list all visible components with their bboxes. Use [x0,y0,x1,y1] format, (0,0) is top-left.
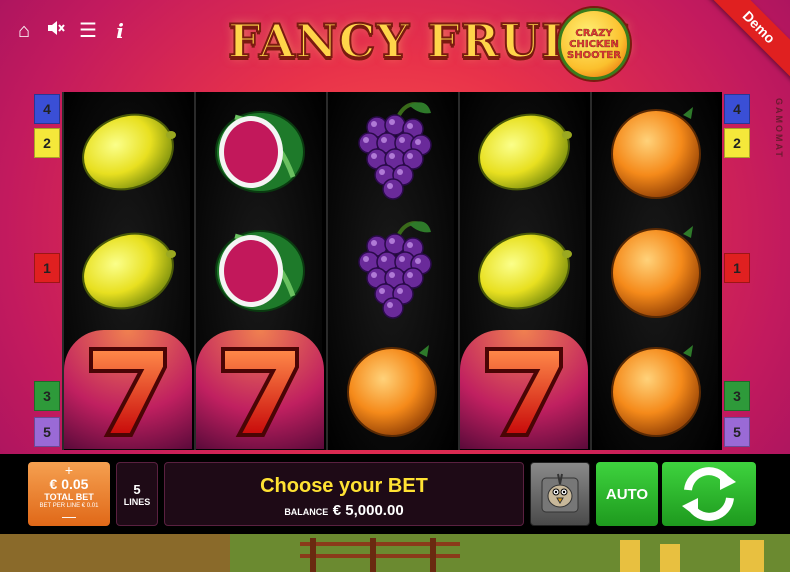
orange-icon [347,344,437,437]
badge-line-3: SHOOTER [567,49,621,61]
grapes-icon [358,101,432,200]
balance-value: € 5,000.00 [332,502,404,519]
chicken-feature-button[interactable] [530,462,590,526]
symbol-lemon [64,211,192,330]
orange-icon [611,344,701,437]
lines-selector[interactable]: 5 LINES [116,462,158,526]
symbol-orange [592,211,720,330]
demo-ribbon: Demo [703,0,790,83]
orange-icon [611,106,701,199]
symbol-lemon [64,92,192,211]
payline-marker-left-3[interactable]: 3 [34,381,60,411]
payline-marker-right-4[interactable]: 4 [724,94,750,124]
grapes-icon [358,220,432,319]
symbol-lemon [460,92,588,211]
top-bar: ⌂ ☰ i FANCY FRUITS CRAZY CHICKEN SHOOTER… [0,0,790,92]
reel-3 [326,92,454,450]
watermelon-icon [215,110,305,193]
symbol-watermelon [196,211,324,330]
lemon-icon [478,113,572,190]
reels-area [62,92,722,450]
watermelon-icon [215,229,305,312]
message-panel: Choose your BET BALANCE € 5,000.00 [164,462,524,526]
reel-5 [590,92,718,450]
payline-marker-right-3[interactable]: 3 [724,381,750,411]
bet-increase-button[interactable]: + [28,463,110,477]
farm-background-strip [0,534,790,572]
autoplay-button[interactable]: AUTO [596,462,658,526]
lines-label: LINES [123,496,151,507]
balance-label: BALANCE [284,507,329,517]
lemon-icon [82,113,176,190]
total-bet-box: + € 0.05 TOTAL BET BET PER LINE € 0.01 — [28,462,110,526]
payline-marker-right-5[interactable]: 5 [724,417,750,447]
status-message: Choose your BET [260,475,428,497]
symbol-watermelon [196,92,324,211]
symbol-grapes [328,211,456,330]
symbol-orange [592,330,720,449]
lines-value: 5 [133,481,141,497]
reel-4 [458,92,588,450]
seven-icon [89,346,167,437]
orange-icon [611,225,701,318]
provider-label: GAMOMAT [774,98,784,159]
game-title: FANCY FRUITS [227,13,634,69]
payline-marker-right-1[interactable]: 1 [724,253,750,283]
symbol-lemon [460,211,588,330]
home-icon[interactable]: ⌂ [14,20,34,42]
symbol-seven [196,330,324,449]
badge-line-2: CHICKEN [569,38,619,50]
reel-1 [62,92,192,450]
seven-icon [485,346,563,437]
symbol-grapes [328,92,456,211]
payline-marker-left-5[interactable]: 5 [34,417,60,447]
balance-display: BALANCE € 5,000.00 [165,502,523,520]
info-icon[interactable]: i [110,20,130,42]
menu-icon[interactable]: ☰ [78,20,98,42]
lemon-icon [82,232,176,309]
payline-marker-left-2[interactable]: 2 [34,128,60,158]
seven-icon [221,346,299,437]
payline-marker-left-1[interactable]: 1 [34,253,60,283]
total-bet-value: € 0.05 [49,476,89,492]
symbol-orange [592,92,720,211]
symbol-seven [64,330,192,449]
bet-decrease-button[interactable]: — [28,509,110,523]
symbol-orange [328,330,456,449]
spin-button[interactable] [662,462,756,526]
total-bet-label: TOTAL BET [44,492,94,502]
symbol-seven [460,330,588,449]
top-icons: ⌂ ☰ i [14,18,130,43]
spin-arrows-icon [682,467,736,521]
reel-2 [194,92,324,450]
lemon-icon [478,232,572,309]
payline-marker-left-4[interactable]: 4 [34,94,60,124]
payline-marker-right-2[interactable]: 2 [724,128,750,158]
badge-line-1: CRAZY [575,27,613,39]
sound-muted-icon[interactable] [46,18,66,43]
chicken-icon [541,473,579,513]
crazy-chicken-shooter-badge: CRAZY CHICKEN SHOOTER [558,8,630,80]
